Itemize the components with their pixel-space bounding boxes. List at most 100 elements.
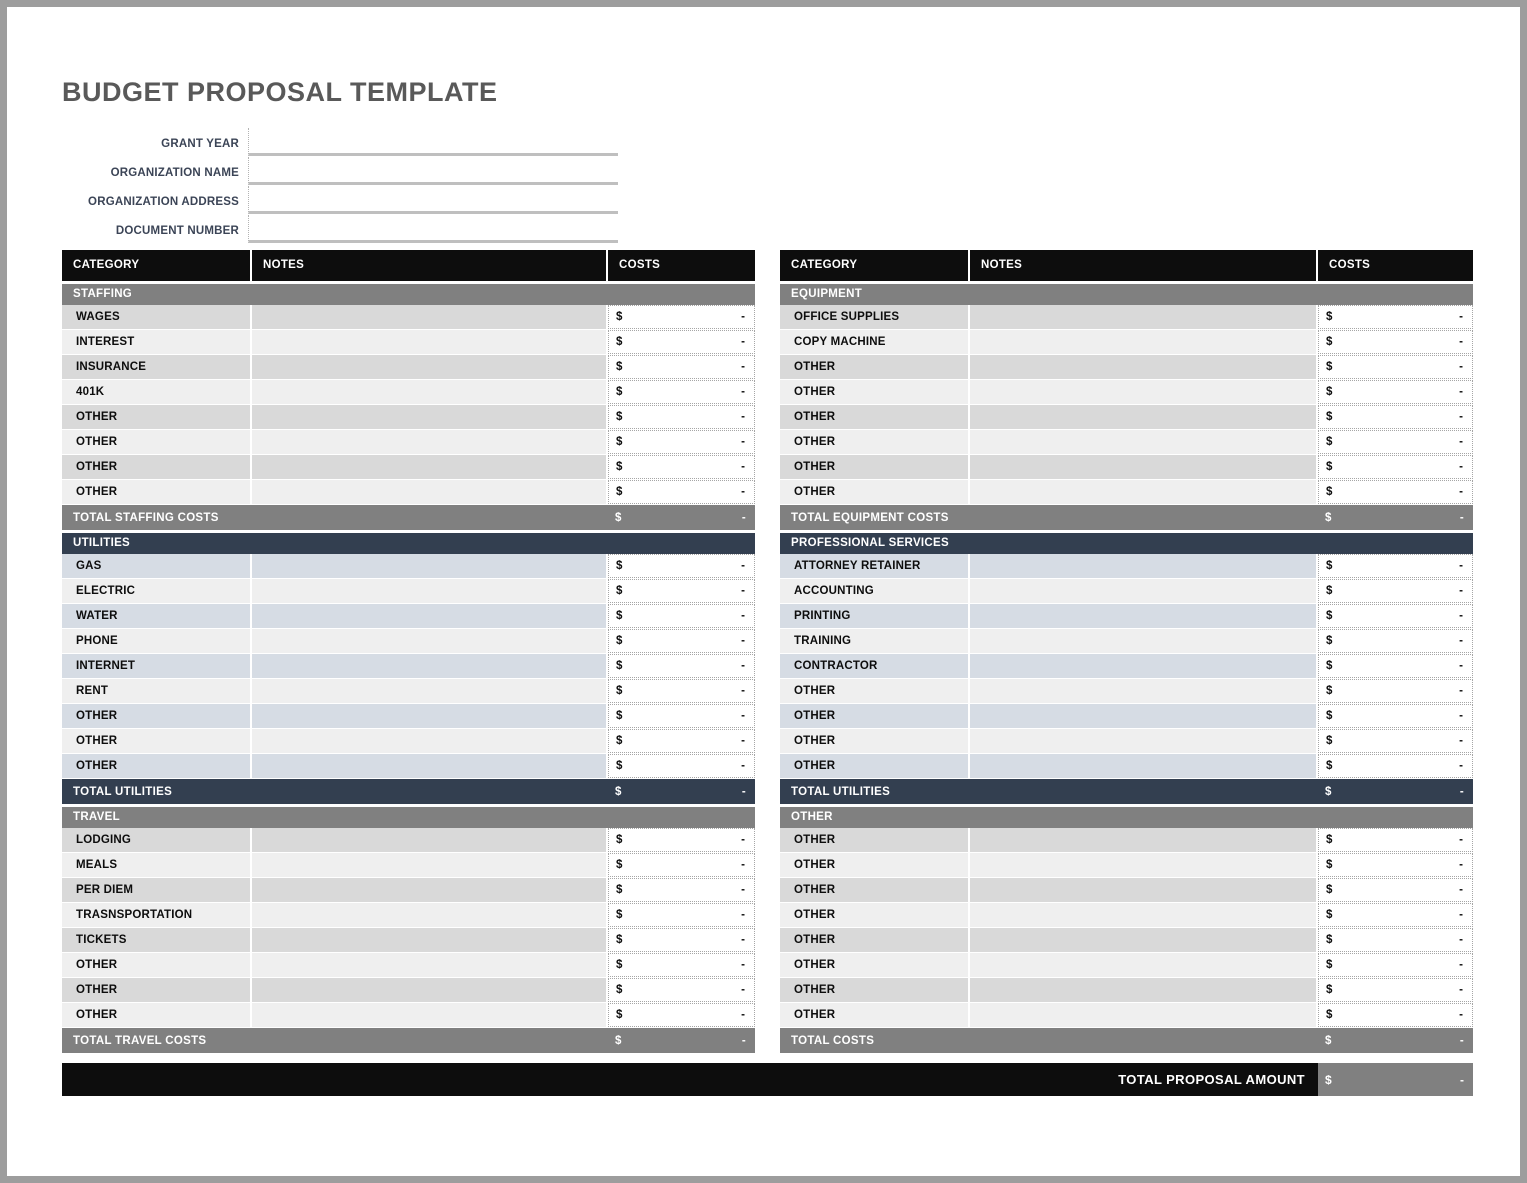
cell-notes[interactable] (252, 729, 608, 753)
cell-notes[interactable] (252, 754, 608, 778)
cell-cost[interactable]: $ - (1318, 654, 1473, 678)
cell-cost[interactable]: $ - (608, 305, 755, 329)
cell-cost[interactable]: $ - (1318, 455, 1473, 479)
cell-cost[interactable]: $ - (608, 330, 755, 354)
cell-notes[interactable] (970, 1003, 1318, 1027)
cell-cost[interactable]: $ - (608, 878, 755, 902)
cell-cost[interactable]: $ - (608, 480, 755, 504)
cell-cost[interactable]: $ - (1318, 978, 1473, 1002)
cell-notes[interactable] (252, 903, 608, 927)
cell-notes[interactable] (252, 480, 608, 504)
cell-cost[interactable]: $ - (608, 853, 755, 877)
cell-cost[interactable]: $ - (608, 704, 755, 728)
form-input-document-number[interactable] (248, 215, 618, 243)
cell-cost[interactable]: $ - (1318, 928, 1473, 952)
form-input-organization-name[interactable] (248, 157, 618, 185)
cell-notes[interactable] (970, 330, 1318, 354)
cell-cost[interactable]: $ - (1318, 355, 1473, 379)
cell-cost[interactable]: $ - (608, 629, 755, 653)
cell-cost[interactable]: $ - (608, 953, 755, 977)
cell-notes[interactable] (970, 828, 1318, 852)
cell-notes[interactable] (252, 878, 608, 902)
cell-notes[interactable] (252, 629, 608, 653)
cell-notes[interactable] (252, 654, 608, 678)
cell-cost[interactable]: $ - (608, 928, 755, 952)
form-input-organization-address[interactable] (248, 186, 618, 214)
cell-notes[interactable] (252, 554, 608, 578)
cell-notes[interactable] (970, 729, 1318, 753)
cell-notes[interactable] (252, 405, 608, 429)
cell-notes[interactable] (252, 978, 608, 1002)
cell-cost[interactable]: $ - (1318, 330, 1473, 354)
cell-notes[interactable] (970, 629, 1318, 653)
cell-cost[interactable]: $ - (608, 978, 755, 1002)
cell-notes[interactable] (970, 430, 1318, 454)
cell-notes[interactable] (252, 355, 608, 379)
cell-notes[interactable] (252, 579, 608, 603)
cell-cost[interactable]: $ - (608, 430, 755, 454)
cell-cost[interactable]: $ - (1318, 604, 1473, 628)
cell-cost[interactable]: $ - (1318, 480, 1473, 504)
cell-notes[interactable] (252, 704, 608, 728)
cell-cost[interactable]: $ - (608, 604, 755, 628)
cell-cost[interactable]: $ - (608, 579, 755, 603)
cell-notes[interactable] (970, 953, 1318, 977)
cell-notes[interactable] (970, 754, 1318, 778)
cell-notes[interactable] (252, 1003, 608, 1027)
cell-notes[interactable] (252, 679, 608, 703)
cell-cost[interactable]: $ - (1318, 554, 1473, 578)
cell-notes[interactable] (970, 704, 1318, 728)
cell-cost[interactable]: $ - (1318, 305, 1473, 329)
cell-notes[interactable] (252, 430, 608, 454)
cell-cost[interactable]: $ - (1318, 828, 1473, 852)
cell-cost[interactable]: $ - (608, 654, 755, 678)
cell-cost[interactable]: $ - (1318, 729, 1473, 753)
cell-notes[interactable] (970, 380, 1318, 404)
form-input-grant-year[interactable] (248, 128, 618, 156)
cell-cost[interactable]: $ - (608, 455, 755, 479)
cell-cost[interactable]: $ - (1318, 953, 1473, 977)
cell-notes[interactable] (970, 604, 1318, 628)
cell-notes[interactable] (252, 604, 608, 628)
cell-cost[interactable]: $ - (608, 828, 755, 852)
cell-cost[interactable]: $ - (608, 355, 755, 379)
cell-notes[interactable] (970, 405, 1318, 429)
cell-cost[interactable]: $ - (1318, 629, 1473, 653)
cell-cost[interactable]: $ - (608, 903, 755, 927)
cell-notes[interactable] (970, 455, 1318, 479)
cell-cost[interactable]: $ - (608, 679, 755, 703)
cell-cost[interactable]: $ - (608, 729, 755, 753)
cell-cost[interactable]: $ - (1318, 878, 1473, 902)
cell-notes[interactable] (970, 978, 1318, 1002)
cell-cost[interactable]: $ - (608, 554, 755, 578)
cell-notes[interactable] (970, 355, 1318, 379)
cell-notes[interactable] (970, 853, 1318, 877)
cell-notes[interactable] (970, 654, 1318, 678)
cell-notes[interactable] (970, 878, 1318, 902)
cell-cost[interactable]: $ - (1318, 579, 1473, 603)
cell-notes[interactable] (970, 679, 1318, 703)
cell-cost[interactable]: $ - (1318, 679, 1473, 703)
cell-notes[interactable] (970, 579, 1318, 603)
cell-notes[interactable] (970, 305, 1318, 329)
cell-notes[interactable] (252, 853, 608, 877)
cell-notes[interactable] (970, 928, 1318, 952)
cell-cost[interactable]: $ - (608, 1003, 755, 1027)
cell-cost[interactable]: $ - (608, 380, 755, 404)
cell-notes[interactable] (970, 554, 1318, 578)
cell-cost[interactable]: $ - (1318, 754, 1473, 778)
cell-notes[interactable] (252, 330, 608, 354)
cell-cost[interactable]: $ - (1318, 704, 1473, 728)
cell-cost[interactable]: $ - (1318, 853, 1473, 877)
cell-cost[interactable]: $ - (1318, 903, 1473, 927)
cell-notes[interactable] (252, 305, 608, 329)
cell-notes[interactable] (970, 480, 1318, 504)
cell-cost[interactable]: $ - (608, 405, 755, 429)
cell-notes[interactable] (252, 828, 608, 852)
cell-cost[interactable]: $ - (1318, 430, 1473, 454)
cell-notes[interactable] (252, 380, 608, 404)
cell-notes[interactable] (252, 928, 608, 952)
cell-notes[interactable] (970, 903, 1318, 927)
cell-notes[interactable] (252, 455, 608, 479)
cell-cost[interactable]: $ - (1318, 380, 1473, 404)
